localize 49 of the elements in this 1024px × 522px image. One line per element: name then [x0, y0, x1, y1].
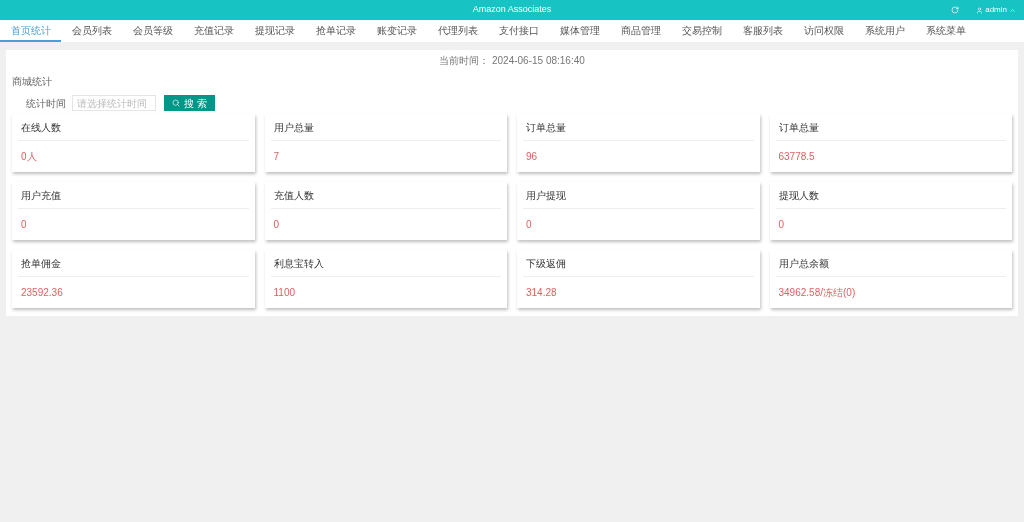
stat-title: 用户总余额 — [778, 256, 829, 271]
stat-title: 用户充值 — [21, 188, 61, 203]
nav-tab[interactable]: 提现记录 — [244, 20, 305, 42]
nav-tab[interactable]: 会员等级 — [122, 20, 183, 42]
stat-value: 0 — [273, 218, 280, 232]
nav-tab[interactable]: 会员列表 — [61, 20, 122, 42]
stat-title: 充值人数 — [273, 188, 314, 203]
stat-value: 23592.36 — [21, 286, 63, 300]
nav-tab[interactable]: 账变记录 — [366, 20, 427, 42]
stat-value: 0 — [526, 218, 532, 232]
filter-label: 统计时间 — [26, 96, 66, 111]
stat-value: 63778.5 — [778, 150, 815, 164]
nav-tab[interactable]: 客服列表 — [732, 20, 793, 42]
stat-title: 订单总量 — [526, 120, 566, 135]
stat-value: 0 — [21, 218, 27, 232]
user-icon — [976, 6, 984, 14]
stat-title: 抢单佣金 — [21, 256, 61, 271]
stat-title: 利息宝转入 — [273, 256, 324, 271]
stat-value: 34962.58/冻结(0) — [778, 286, 856, 300]
app-title: Amazon Associates — [472, 3, 552, 17]
nav-tab[interactable]: 系统用户 — [854, 20, 915, 42]
stat-value: 1100 — [273, 286, 295, 300]
stat-value: 0人 — [21, 150, 37, 164]
stat-title: 用户总量 — [273, 120, 314, 135]
refresh-icon — [951, 6, 960, 14]
stat-title: 在线人数 — [21, 120, 61, 135]
section-title: 商城统计 — [12, 76, 52, 87]
stat-value: 7 — [273, 150, 280, 164]
current-time: 当前时间： 2024-06-15 08:16:40 — [439, 56, 585, 66]
nav-tab[interactable]: 代理列表 — [427, 20, 488, 42]
search-icon — [172, 99, 180, 107]
nav-tab[interactable]: 商品管理 — [610, 20, 671, 42]
nav-tab[interactable]: 媒体管理 — [549, 20, 610, 42]
date-field[interactable]: 请选择统计时间 — [72, 95, 156, 111]
stat-value: 314.28 — [526, 286, 557, 300]
stat-value: 0 — [778, 218, 785, 232]
stat-title: 下级返佣 — [526, 256, 566, 271]
stat-value: 96 — [526, 150, 538, 164]
nav-tab[interactable]: 抢单记录 — [305, 20, 366, 42]
stat-title: 提现人数 — [778, 188, 819, 203]
nav-tab[interactable]: 充值记录 — [183, 20, 244, 42]
stat-title: 用户提现 — [526, 188, 566, 203]
stat-title: 订单总量 — [778, 120, 819, 135]
nav-tab[interactable]: 访问权限 — [793, 20, 854, 42]
nav-tab[interactable]: 交易控制 — [671, 20, 732, 42]
caret-icon — [1009, 6, 1016, 14]
search-button[interactable]: 搜 索 — [164, 95, 215, 111]
nav-tab[interactable]: 系统菜单 — [915, 20, 976, 42]
nav-tab[interactable]: 支付接口 — [488, 20, 549, 42]
